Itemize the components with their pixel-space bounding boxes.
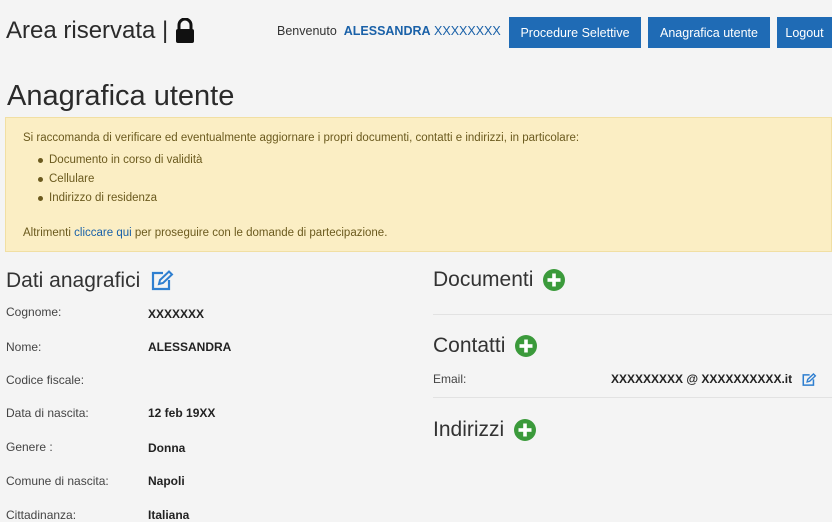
email-value-row: XXXXXXXXX @ XXXXXXXXXX.it: [611, 372, 817, 387]
welcome-text: Benvenuto ALESSANDRA XXXXXXXX: [277, 24, 501, 38]
documenti-heading: Documenti: [433, 268, 566, 292]
dati-anagrafici-heading: Dati anagrafici: [6, 269, 174, 293]
notice-list: Documento in corso di validità Cellulare…: [38, 151, 202, 208]
user-name: ALESSANDRA: [343, 24, 431, 38]
logout-button[interactable]: Logout: [777, 17, 832, 48]
comune-nascita-value: Napoli: [148, 474, 185, 488]
notice-item: Cellulare: [38, 170, 202, 189]
genere-label: Genere :: [6, 440, 53, 454]
edit-email-icon[interactable]: [801, 372, 817, 387]
nome-value: ALESSANDRA: [148, 340, 232, 354]
cognome-value: XXXXXXX: [148, 307, 205, 321]
brand: Area riservata |: [6, 17, 196, 45]
cittadinanza-value: Italiana: [148, 508, 190, 522]
add-contatto-icon[interactable]: [515, 335, 538, 357]
notice-intro: Si raccomanda di verificare ed eventualm…: [23, 132, 580, 144]
divider: [433, 314, 832, 315]
anagrafica-utente-button[interactable]: Anagrafica utente: [648, 17, 770, 48]
cognome-label: Cognome:: [6, 305, 62, 319]
email-label: Email:: [433, 372, 467, 386]
lock-icon: [174, 17, 196, 44]
codice-fiscale-label: Codice fiscale:: [6, 373, 85, 387]
dati-anagrafici-title: Dati anagrafici: [6, 269, 141, 292]
genere-value: Donna: [148, 441, 186, 455]
page-title: Anagrafica utente: [7, 80, 235, 112]
top-bar: Area riservata | Benvenuto ALESSANDRA XX…: [0, 0, 832, 68]
contatti-title: Contatti: [433, 334, 506, 357]
notice-outro: Altrimenti cliccare qui per proseguire c…: [23, 227, 387, 239]
nome-label: Nome:: [6, 340, 42, 354]
comune-nascita-label: Comune di nascita:: [6, 474, 109, 488]
notice-box: Si raccomanda di verificare ed eventualm…: [5, 117, 832, 252]
cliccare-qui-link[interactable]: cliccare qui: [74, 227, 132, 239]
notice-item: Documento in corso di validità: [38, 151, 202, 170]
divider: [433, 397, 832, 398]
user-surname: XXXXXXXX: [434, 24, 501, 38]
email-value: XXXXXXXXX @ XXXXXXXXXX.it: [611, 372, 793, 386]
add-indirizzo-icon[interactable]: [514, 419, 537, 441]
notice-item: Indirizzo di residenza: [38, 189, 202, 208]
contatti-heading: Contatti: [433, 334, 538, 358]
data-nascita-label: Data di nascita:: [6, 406, 89, 420]
welcome-prefix: Benvenuto: [277, 24, 337, 38]
notice-outro-suffix: per proseguire con le domande di parteci…: [134, 227, 388, 239]
add-documento-icon[interactable]: [543, 269, 566, 291]
documenti-title: Documenti: [433, 268, 534, 291]
edit-icon[interactable]: [150, 270, 174, 292]
indirizzi-heading: Indirizzi: [433, 418, 537, 442]
notice-outro-prefix: Altrimenti: [23, 227, 71, 239]
brand-title: Area riservata |: [6, 17, 169, 44]
procedure-selettive-button[interactable]: Procedure Selettive: [509, 17, 641, 48]
data-nascita-value: 12 feb 19XX: [148, 406, 216, 420]
cittadinanza-label: Cittadinanza:: [6, 508, 77, 522]
indirizzi-title: Indirizzi: [433, 418, 505, 441]
